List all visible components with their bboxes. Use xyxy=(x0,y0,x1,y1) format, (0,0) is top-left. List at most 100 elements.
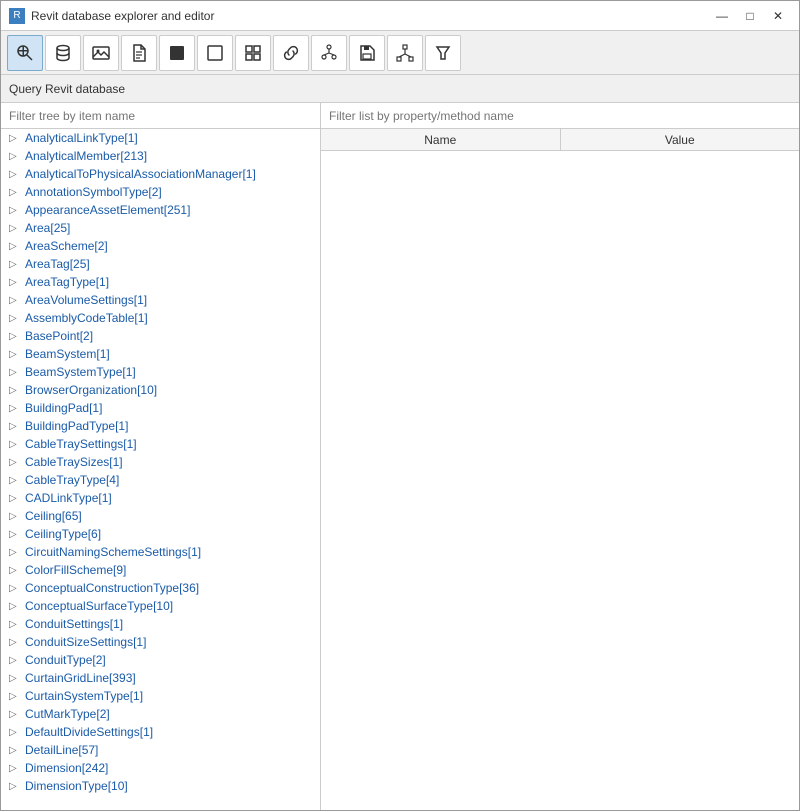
tree-item-expand-icon: ▷ xyxy=(9,493,21,504)
tree-item-expand-icon: ▷ xyxy=(9,151,21,162)
tree-item-count: [1] xyxy=(140,725,153,739)
tree-item[interactable]: ▷BrowserOrganization [10] xyxy=(1,381,320,399)
toolbar-grid-button[interactable] xyxy=(235,35,271,71)
tree-item-label: CeilingType xyxy=(25,527,88,541)
toolbar-link-button[interactable] xyxy=(273,35,309,71)
column-name-header: Name xyxy=(321,129,561,150)
tree-item-expand-icon: ▷ xyxy=(9,439,21,450)
tree-item[interactable]: ▷BeamSystem [1] xyxy=(1,345,320,363)
tree-item-count: [1] xyxy=(98,491,111,505)
tree-item-label: CableTrayType xyxy=(25,473,106,487)
tree-item-expand-icon: ▷ xyxy=(9,241,21,252)
toolbar-filter-button[interactable] xyxy=(425,35,461,71)
tree-item-expand-icon: ▷ xyxy=(9,709,21,720)
tree-item[interactable]: ▷ConduitSettings [1] xyxy=(1,615,320,633)
tree-item-label: AreaTagType xyxy=(25,275,96,289)
tree-item[interactable]: ▷ConduitSizeSettings [1] xyxy=(1,633,320,651)
tree-item[interactable]: ▷AnalyticalLinkType [1] xyxy=(1,129,320,147)
tree-item[interactable]: ▷CableTraySizes [1] xyxy=(1,453,320,471)
tree-item[interactable]: ▷Dimension [242] xyxy=(1,759,320,777)
tree-item[interactable]: ▷AreaTagType [1] xyxy=(1,273,320,291)
tree-item-label: BuildingPad xyxy=(25,401,89,415)
toolbar-filled-square-button[interactable] xyxy=(159,35,195,71)
tree-item[interactable]: ▷CutMarkType [2] xyxy=(1,705,320,723)
tree-item[interactable]: ▷ConceptualConstructionType [36] xyxy=(1,579,320,597)
tree-item[interactable]: ▷DefaultDivideSettings [1] xyxy=(1,723,320,741)
link-icon xyxy=(281,43,301,63)
tree-item[interactable]: ▷CADLinkType [1] xyxy=(1,489,320,507)
column-value-header: Value xyxy=(561,129,800,150)
tree-item[interactable]: ▷DimensionType [10] xyxy=(1,777,320,795)
tree-item[interactable]: ▷CableTraySettings [1] xyxy=(1,435,320,453)
tree-item[interactable]: ▷CircuitNamingSchemeSettings [1] xyxy=(1,543,320,561)
tree-item-count: [1] xyxy=(115,419,128,433)
network-icon xyxy=(395,43,415,63)
toolbar-search-button[interactable] xyxy=(7,35,43,71)
tree-item[interactable]: ▷CeilingType [6] xyxy=(1,525,320,543)
tree-item-label: DetailLine xyxy=(25,743,78,757)
tree-item-label: BasePoint xyxy=(25,329,80,343)
tree-item[interactable]: ▷AreaTag [25] xyxy=(1,255,320,273)
tree-item-label: BrowserOrganization xyxy=(25,383,137,397)
tree-item-expand-icon: ▷ xyxy=(9,781,21,792)
tree-item-expand-icon: ▷ xyxy=(9,223,21,234)
title-bar-left: R Revit database explorer and editor xyxy=(9,8,214,24)
tree-item[interactable]: ▷ConduitType [2] xyxy=(1,651,320,669)
toolbar-square-button[interactable] xyxy=(197,35,233,71)
tree-item-expand-icon: ▷ xyxy=(9,547,21,558)
tree-item[interactable]: ▷AssemblyCodeTable [1] xyxy=(1,309,320,327)
tree-item-count: [10] xyxy=(137,383,157,397)
close-button[interactable]: ✕ xyxy=(765,6,791,26)
tree-item-label: DefaultDivideSettings xyxy=(25,725,140,739)
tree-item-count: [242] xyxy=(82,761,109,775)
toolbar-database-button[interactable] xyxy=(45,35,81,71)
title-bar-controls: — □ ✕ xyxy=(709,6,791,26)
tree-panel[interactable]: ▷AnalyticalLinkType [1]▷AnalyticalMember… xyxy=(1,129,321,810)
tree-item[interactable]: ▷CurtainSystemType [1] xyxy=(1,687,320,705)
title-bar: R Revit database explorer and editor — □… xyxy=(1,1,799,31)
tree-item[interactable]: ▷Area [25] xyxy=(1,219,320,237)
tree-item[interactable]: ▷CableTrayType [4] xyxy=(1,471,320,489)
tree-item[interactable]: ▷Ceiling [65] xyxy=(1,507,320,525)
tree-item[interactable]: ▷ConceptualSurfaceType [10] xyxy=(1,597,320,615)
toolbar-document-button[interactable] xyxy=(121,35,157,71)
tree-item[interactable]: ▷AnalyticalMember [213] xyxy=(1,147,320,165)
content-area: ▷AnalyticalLinkType [1]▷AnalyticalMember… xyxy=(1,129,799,810)
tree-item[interactable]: ▷ColorFillScheme [9] xyxy=(1,561,320,579)
tree-item-count: [2] xyxy=(148,185,161,199)
toolbar-tree-button[interactable] xyxy=(311,35,347,71)
tree-item[interactable]: ▷BuildingPadType [1] xyxy=(1,417,320,435)
tree-item-expand-icon: ▷ xyxy=(9,403,21,414)
tree-item[interactable]: ▷AppearanceAssetElement [251] xyxy=(1,201,320,219)
tree-item-count: [57] xyxy=(78,743,98,757)
tree-item[interactable]: ▷AnnotationSymbolType [2] xyxy=(1,183,320,201)
tree-item[interactable]: ▷BeamSystemType [1] xyxy=(1,363,320,381)
minimize-button[interactable]: — xyxy=(709,6,735,26)
tree-item[interactable]: ▷BasePoint [2] xyxy=(1,327,320,345)
tree-item[interactable]: ▷AnalyticalToPhysicalAssociationManager … xyxy=(1,165,320,183)
tree-item[interactable]: ▷AreaScheme [2] xyxy=(1,237,320,255)
right-panel: Name Value xyxy=(321,129,799,810)
database-icon xyxy=(53,43,73,63)
toolbar-save-button[interactable] xyxy=(349,35,385,71)
maximize-button[interactable]: □ xyxy=(737,6,763,26)
app-icon: R xyxy=(9,8,25,24)
toolbar-image-button[interactable] xyxy=(83,35,119,71)
tree-item-label: CircuitNamingSchemeSettings xyxy=(25,545,188,559)
tree-item[interactable]: ▷BuildingPad [1] xyxy=(1,399,320,417)
tree-item[interactable]: ▷ DetailLine [57] xyxy=(1,741,320,759)
property-filter-input[interactable] xyxy=(321,103,799,128)
tree-item[interactable]: ▷AreaVolumeSettings [1] xyxy=(1,291,320,309)
tree-item[interactable]: ▷CurtainGridLine [393] xyxy=(1,669,320,687)
tree-item-expand-icon: ▷ xyxy=(9,745,21,756)
tree-item-expand-icon: ▷ xyxy=(9,331,21,342)
toolbar-network-button[interactable] xyxy=(387,35,423,71)
tree-item-count: [213] xyxy=(120,149,147,163)
tree-item-expand-icon: ▷ xyxy=(9,313,21,324)
tree-filter-input[interactable] xyxy=(1,103,320,128)
tree-item-expand-icon: ▷ xyxy=(9,565,21,576)
image-icon xyxy=(91,43,111,63)
tree-item-expand-icon: ▷ xyxy=(9,601,21,612)
tree-item-count: [10] xyxy=(108,779,128,793)
tree-item-count: [1] xyxy=(134,293,147,307)
